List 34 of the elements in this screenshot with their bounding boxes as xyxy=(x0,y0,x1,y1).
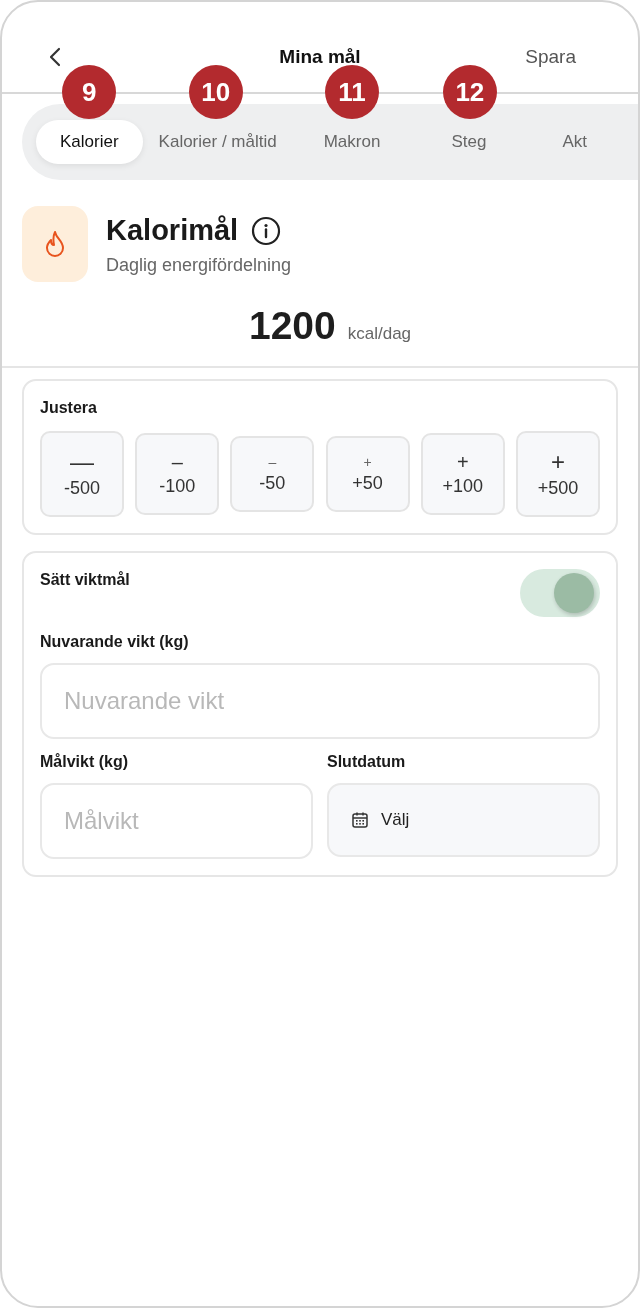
section-title: Kalorimål xyxy=(106,214,239,247)
calorie-value: 1200 xyxy=(248,304,336,348)
screen-title: Mina mål xyxy=(279,46,361,68)
toggle-switch[interactable] xyxy=(520,569,600,617)
number-badge: 9 xyxy=(62,65,117,119)
adjust-button[interactable]: + +500 xyxy=(515,431,600,517)
adjust-button[interactable]: – -50 xyxy=(230,436,315,512)
section-subtitle: Daglig energifördelning xyxy=(106,255,292,276)
tab[interactable]: Steg xyxy=(417,120,523,164)
adjust-button[interactable]: — -500 xyxy=(40,431,124,517)
card-title: Justera xyxy=(40,399,98,417)
tab[interactable]: Makron xyxy=(288,120,416,164)
field-label: Målvikt (kg) xyxy=(40,753,129,771)
card-title: Sätt viktmål xyxy=(40,571,130,589)
field-label: Nuvarande vikt (kg) xyxy=(40,633,190,651)
back-chevron-icon xyxy=(48,46,62,68)
unit-label: kcal/dag xyxy=(347,324,412,344)
input-field[interactable]: Nuvarande vikt xyxy=(40,663,600,739)
field-label: Slutdatum xyxy=(327,753,407,771)
flame-icon xyxy=(22,206,88,282)
date-picker-button[interactable]: Välj xyxy=(327,783,600,857)
input-field[interactable]: Målvikt xyxy=(40,783,313,859)
number-badge: 11 xyxy=(325,65,380,119)
number-badge: 12 xyxy=(442,65,497,119)
tab[interactable]: Akt xyxy=(524,120,597,164)
adjust-button[interactable]: + +100 xyxy=(420,433,505,515)
tab[interactable]: Kalorier / måltid xyxy=(144,120,287,164)
info-icon[interactable] xyxy=(250,214,283,247)
number-badge: 10 xyxy=(188,65,243,119)
save-button[interactable]: Spara xyxy=(519,45,582,69)
adjust-button[interactable]: – -100 xyxy=(135,433,220,515)
adjust-button[interactable]: + +50 xyxy=(325,436,410,512)
calendar-icon xyxy=(351,811,369,829)
tab[interactable]: Kalorier xyxy=(36,120,143,164)
